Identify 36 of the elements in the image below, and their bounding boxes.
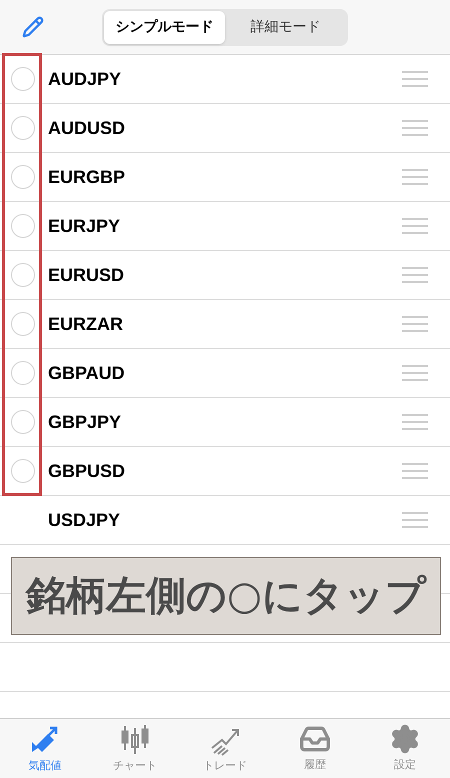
reorder-icon[interactable] bbox=[402, 120, 428, 136]
reorder-icon[interactable] bbox=[402, 463, 428, 479]
symbol-row[interactable]: EURUSD bbox=[0, 251, 450, 300]
callout-text: 銘柄左側の○にタップ bbox=[26, 572, 426, 621]
reorder-icon[interactable] bbox=[402, 365, 428, 381]
symbol-row[interactable]: USDJPY bbox=[0, 496, 450, 545]
symbol-label: GBPJPY bbox=[48, 410, 122, 434]
reorder-icon[interactable] bbox=[402, 218, 428, 234]
reorder-icon[interactable] bbox=[402, 267, 428, 283]
symbol-row[interactable]: AUDJPY bbox=[0, 55, 450, 104]
symbol-row[interactable]: EURGBP bbox=[0, 153, 450, 202]
reorder-icon[interactable] bbox=[402, 316, 428, 332]
symbol-label: AUDUSD bbox=[48, 116, 126, 140]
symbol-label: EURGBP bbox=[48, 166, 126, 188]
symbol-row[interactable]: GBPAUD bbox=[0, 349, 450, 398]
symbol-label: USDJPY bbox=[48, 508, 120, 532]
symbol-label: GBPAUD bbox=[48, 362, 125, 384]
reorder-icon[interactable] bbox=[402, 169, 428, 185]
reorder-icon[interactable] bbox=[402, 414, 428, 430]
symbol-row[interactable]: EURJPY bbox=[0, 202, 450, 251]
symbol-label: AUDJPY bbox=[48, 68, 122, 90]
symbol-row[interactable]: GBPJPY bbox=[0, 398, 450, 447]
symbol-label: EURZAR bbox=[48, 312, 123, 336]
mode-tab[interactable]: シンプルモード bbox=[104, 10, 225, 44]
reorder-icon[interactable] bbox=[402, 71, 428, 87]
symbol-label: GBPUSD bbox=[48, 460, 126, 482]
mode-tab[interactable]: 詳細モード bbox=[225, 10, 346, 44]
tab-bar-item[interactable]: 気配値 bbox=[0, 719, 90, 778]
symbol-label: EURUSD bbox=[48, 264, 124, 286]
symbol-label: EURJPY bbox=[48, 214, 120, 238]
symbol-row[interactable]: AUDUSD bbox=[0, 104, 450, 153]
symbol-row[interactable]: EURZAR bbox=[0, 300, 450, 349]
edit-icon[interactable] bbox=[22, 16, 44, 38]
reorder-icon[interactable] bbox=[402, 512, 428, 528]
symbol-row[interactable]: GBPUSD bbox=[0, 447, 450, 496]
settings-icon bbox=[389, 723, 421, 756]
